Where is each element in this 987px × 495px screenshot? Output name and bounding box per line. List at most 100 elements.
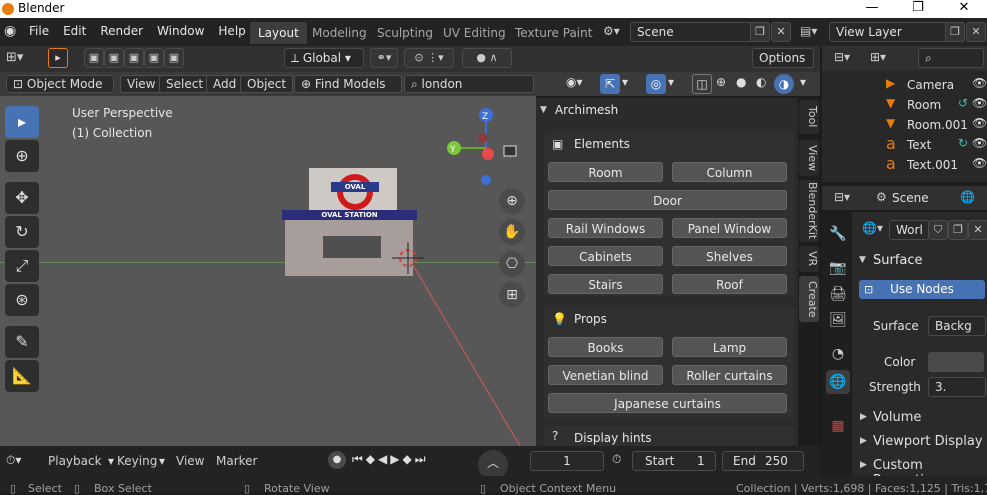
- viewport-display-panel-title[interactable]: Viewport Display: [873, 434, 983, 449]
- sidebar-tab-create[interactable]: Create: [799, 276, 819, 322]
- shelves-button[interactable]: Shelves: [672, 246, 787, 266]
- properties-editor-icon[interactable]: ⊟▾: [834, 190, 850, 204]
- pivot-point-icon[interactable]: ⚭▾: [370, 48, 398, 68]
- roof-button[interactable]: Roof: [672, 274, 787, 294]
- cabinets-button[interactable]: Cabinets: [548, 246, 663, 266]
- viewport-menu-add[interactable]: Add: [206, 75, 244, 93]
- rotate-tool-icon[interactable]: ↻: [5, 216, 39, 248]
- viewport-display-expand-icon[interactable]: ▶: [860, 436, 867, 446]
- camera-view-icon[interactable]: ⎔: [499, 251, 525, 277]
- volume-expand-icon[interactable]: ▶: [860, 412, 867, 422]
- gizmo-toggle-icon[interactable]: ⇱: [600, 74, 620, 94]
- timeline-editor-icon[interactable]: ⏱▾: [6, 453, 21, 468]
- venetian-blind-button[interactable]: Venetian blind: [548, 365, 663, 385]
- scene-field[interactable]: Scene: [630, 22, 770, 42]
- door-button[interactable]: Door: [548, 190, 787, 210]
- preview-range-clock-icon[interactable]: ⏱: [612, 452, 621, 467]
- tab-sculpting[interactable]: Sculpting: [369, 22, 441, 44]
- select-mode-intersect-icon[interactable]: ▣: [164, 48, 184, 68]
- navigation-gizmo[interactable]: Z Y: [440, 108, 530, 188]
- surface-collapse-icon[interactable]: ▼: [859, 255, 866, 265]
- view-layer-prop-tab-icon[interactable]: 🖼: [826, 308, 850, 332]
- sidebar-tab-vr[interactable]: VR: [799, 246, 819, 272]
- custom-properties-expand-icon[interactable]: ▶: [860, 460, 867, 470]
- unlink-world-icon[interactable]: ✕: [968, 220, 987, 240]
- duplicate-world-icon[interactable]: ❐: [948, 220, 968, 240]
- rail-windows-button[interactable]: Rail Windows: [548, 218, 663, 238]
- pan-hand-icon[interactable]: ✋: [499, 219, 525, 245]
- outliner-row-text[interactable]: a Text ↻ 👁: [822, 134, 987, 156]
- lamp-button[interactable]: Lamp: [672, 337, 787, 357]
- visibility-icon[interactable]: ◉▾: [566, 75, 583, 89]
- menu-help[interactable]: Help: [211, 24, 252, 38]
- eye-icon[interactable]: 👁: [972, 116, 987, 130]
- strength-field[interactable]: 3.: [928, 377, 986, 397]
- select-tool-icon[interactable]: ▸: [5, 106, 39, 138]
- measure-tool-icon[interactable]: 📐: [5, 360, 39, 392]
- new-scene-icon[interactable]: ❐: [750, 22, 770, 42]
- auto-keying-icon[interactable]: ●: [328, 451, 346, 469]
- outliner-row-room[interactable]: ▼ Room ↺ 👁: [822, 96, 987, 116]
- current-frame-field[interactable]: 1: [530, 451, 604, 471]
- overlays-toggle-icon[interactable]: ◎: [646, 74, 666, 94]
- outliner-row-room-001[interactable]: ▼ Room.001 👁: [822, 116, 987, 136]
- menu-window[interactable]: Window: [150, 24, 211, 38]
- cursor-tool-icon[interactable]: ⊕: [5, 140, 39, 172]
- xray-toggle-icon[interactable]: ◫: [692, 74, 712, 94]
- use-nodes-button[interactable]: ⊡ Use Nodes: [859, 280, 985, 299]
- close-window-button[interactable]: ✕: [941, 0, 987, 18]
- tweak-tool-icon[interactable]: ▸: [48, 48, 68, 68]
- surface-shader-field[interactable]: Backg: [928, 316, 986, 336]
- move-tool-icon[interactable]: ✥: [5, 182, 39, 214]
- new-view-layer-icon[interactable]: ❐: [945, 22, 965, 42]
- transform-orientation-dropdown[interactable]: ⟂ Global ▾: [284, 48, 364, 68]
- scene-icon[interactable]: ⚙▾: [603, 24, 620, 38]
- minimize-button[interactable]: —: [849, 0, 895, 18]
- collapse-archimesh-icon[interactable]: ▼: [540, 105, 547, 115]
- menu-render[interactable]: Render: [93, 24, 150, 38]
- maximize-button[interactable]: ❐: [895, 0, 941, 18]
- viewport-menu-object[interactable]: Object: [240, 75, 294, 93]
- eye-icon[interactable]: 👁: [972, 76, 987, 90]
- column-button[interactable]: Column: [672, 162, 787, 182]
- view-layer-icon[interactable]: ▤▾: [800, 24, 817, 38]
- search-input[interactable]: ⌕ london: [404, 75, 534, 93]
- annotate-tool-icon[interactable]: ✎: [5, 326, 39, 358]
- tool-prop-tab-icon[interactable]: 🔧: [826, 222, 850, 246]
- proportional-editing-icon[interactable]: ● ∧: [462, 48, 512, 68]
- transform-tool-icon[interactable]: ⊛: [5, 284, 39, 316]
- tab-layout[interactable]: Layout: [250, 22, 307, 44]
- timeline-menu-marker[interactable]: Marker: [216, 454, 257, 468]
- color-swatch[interactable]: [928, 352, 984, 372]
- scale-tool-icon[interactable]: ⤢: [5, 250, 39, 282]
- outliner-search-input[interactable]: ⌕: [918, 48, 984, 68]
- outliner-editor-icon[interactable]: ⊟▾: [834, 50, 850, 64]
- object-mode-dropdown[interactable]: ⊡ Object Mode ▾: [6, 75, 114, 107]
- texture-prop-tab-icon[interactable]: ▦: [826, 414, 850, 438]
- shading-dropdown-icon[interactable]: ▾: [800, 75, 806, 89]
- volume-panel-title[interactable]: Volume: [873, 410, 921, 425]
- wireframe-shading-icon[interactable]: ⊕: [716, 75, 726, 89]
- playback-controls-icon[interactable]: ⏮◆◀▶◆⏭: [352, 452, 429, 467]
- scene-prop-tab-icon[interactable]: ◔: [826, 342, 850, 366]
- ortho-toggle-icon[interactable]: ⊞: [499, 282, 525, 308]
- world-prop-tab-icon[interactable]: 🌐: [826, 370, 850, 394]
- outliner-row-text-001[interactable]: a Text.001 👁: [822, 154, 987, 176]
- timeline-menu-playback[interactable]: Playback: [48, 454, 102, 468]
- eye-icon[interactable]: 👁: [972, 96, 987, 110]
- options-dropdown[interactable]: Options ▾: [752, 48, 814, 83]
- tab-texture-paint[interactable]: Texture Paint: [507, 22, 600, 44]
- editor-type-icon[interactable]: ⊞▾: [6, 50, 23, 65]
- 3d-viewport[interactable]: User Perspective (1) Collection OVAL OVA…: [0, 96, 536, 447]
- select-mode-extend-icon[interactable]: ▣: [104, 48, 124, 68]
- rendered-shading-icon[interactable]: ◑: [774, 74, 794, 94]
- end-frame-field[interactable]: End 250: [722, 451, 804, 471]
- snap-icon[interactable]: ⊙ ⋮▾: [404, 48, 454, 68]
- viewport-menu-view[interactable]: View: [120, 75, 163, 93]
- sidebar-tab-view[interactable]: View: [799, 140, 819, 176]
- find-models-dropdown[interactable]: ⊕ Find Models ▾: [294, 75, 402, 107]
- fake-user-shield-icon[interactable]: ⛉: [928, 220, 948, 240]
- tab-uv-editing[interactable]: UV Editing: [435, 22, 514, 44]
- select-mode-invert-icon[interactable]: ▣: [144, 48, 164, 68]
- world-name-field[interactable]: Worl: [889, 220, 929, 240]
